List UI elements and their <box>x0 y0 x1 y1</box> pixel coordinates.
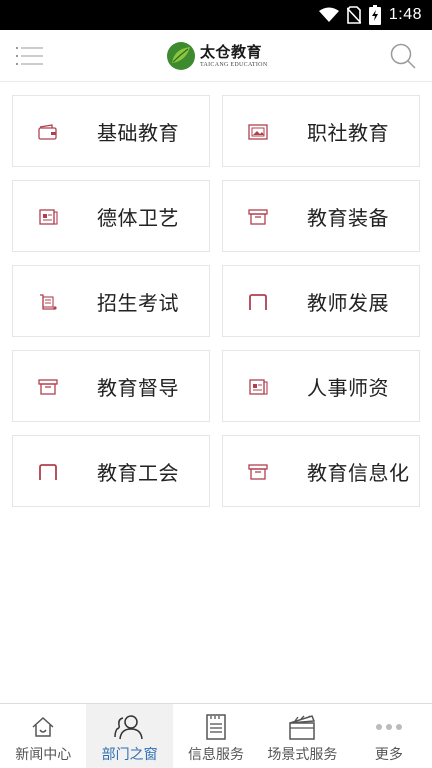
search-icon <box>390 43 416 69</box>
dept-tile-teacher-development[interactable]: 教师发展 <box>222 265 420 337</box>
nav-news-center[interactable]: 新闻中心 <box>0 704 86 768</box>
nav-information-services[interactable]: 信息服务 <box>173 704 259 768</box>
dept-tile-admissions-exams[interactable]: 招生考试 <box>12 265 210 337</box>
dept-tile-moral-sports-health-art[interactable]: 德体卫艺 <box>12 180 210 252</box>
box-icon <box>248 462 268 482</box>
dept-label: 德体卫艺 <box>97 205 179 230</box>
nav-label: 信息服务 <box>188 747 245 763</box>
document-icon <box>205 713 227 741</box>
frame-icon <box>248 292 268 312</box>
status-bar: 1:48 <box>0 0 432 30</box>
app-header: 太仓教育 TAICANG EDUCATION <box>0 30 432 82</box>
dept-tile-education-union[interactable]: 教育工会 <box>12 435 210 507</box>
dept-tile-education-supervision[interactable]: 教育督导 <box>12 350 210 422</box>
dept-label: 教师发展 <box>307 290 389 315</box>
dept-tile-education-equipment[interactable]: 教育装备 <box>222 180 420 252</box>
search-button[interactable] <box>388 41 418 71</box>
dept-tile-personnel-faculty[interactable]: 人事师资 <box>222 350 420 422</box>
nav-label: 更多 <box>374 747 403 763</box>
nav-label: 部门之窗 <box>101 747 158 763</box>
bottom-nav: 新闻中心 部门之窗 信息服务 场景式服务 更多 <box>0 703 432 768</box>
nav-label: 场景式服务 <box>267 747 338 763</box>
document-icon <box>248 377 268 397</box>
dept-label: 教育工会 <box>97 460 179 485</box>
wifi-icon <box>318 7 339 23</box>
logo-subtitle: TAICANG EDUCATION <box>200 61 268 68</box>
dept-label: 职社教育 <box>307 120 389 145</box>
dept-label: 教育装备 <box>307 205 389 230</box>
leaf-logo-icon <box>167 42 195 70</box>
battery-charging-icon <box>368 5 381 25</box>
frame-icon <box>38 462 58 482</box>
clapperboard-icon <box>288 713 316 741</box>
nav-label: 新闻中心 <box>15 747 72 763</box>
document-icon <box>38 207 58 227</box>
nav-department-window[interactable]: 部门之窗 <box>86 704 173 768</box>
dept-label: 教育督导 <box>97 375 179 400</box>
people-icon <box>113 713 146 741</box>
more-icon <box>375 713 403 741</box>
nav-more[interactable]: 更多 <box>346 704 432 768</box>
home-icon <box>31 713 55 741</box>
box-icon <box>248 207 268 227</box>
dept-label: 教育信息化 <box>307 460 410 485</box>
no-sim-icon <box>346 6 361 24</box>
dept-tile-basic-education[interactable]: 基础教育 <box>12 95 210 167</box>
department-grid: 基础教育 职社教育 德体卫艺 教育装备 招生考试 教师发展 教育督导 人事师资 … <box>12 95 420 507</box>
menu-button[interactable] <box>14 43 46 69</box>
dept-label: 招生考试 <box>97 290 179 315</box>
dept-tile-vocational-education[interactable]: 职社教育 <box>222 95 420 167</box>
logo-title: 太仓教育 <box>200 42 263 61</box>
app-logo: 太仓教育 TAICANG EDUCATION <box>166 38 267 74</box>
dept-label: 基础教育 <box>97 120 179 145</box>
wallet-icon <box>38 122 58 142</box>
box-icon <box>38 377 58 397</box>
dept-tile-education-informatization[interactable]: 教育信息化 <box>222 435 420 507</box>
nav-scenario-services[interactable]: 场景式服务 <box>259 704 345 768</box>
status-time: 1:48 <box>388 6 422 23</box>
picture-icon <box>248 122 268 142</box>
menu-list-icon <box>16 47 43 65</box>
scroll-icon <box>38 292 58 312</box>
dept-label: 人事师资 <box>307 375 389 400</box>
